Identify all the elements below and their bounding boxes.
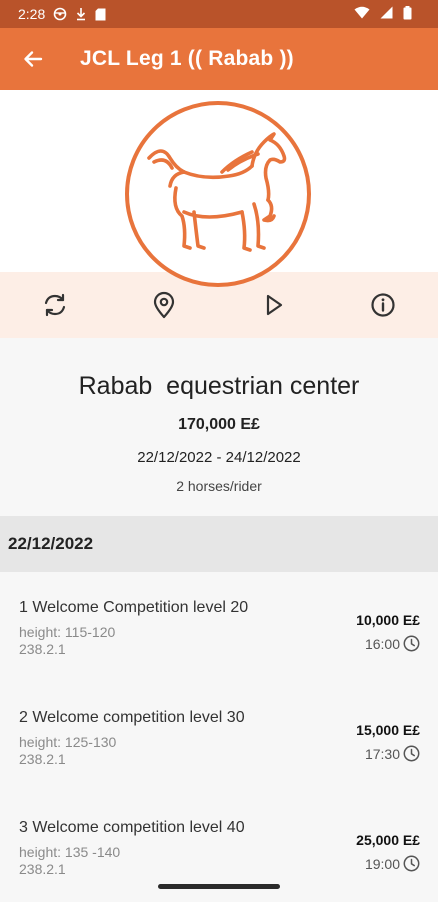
app-bar: JCL Leg 1 (( Rabab )) bbox=[0, 28, 438, 90]
info-button[interactable] bbox=[367, 289, 399, 321]
competition-time-label: 19:00 bbox=[364, 855, 400, 872]
refresh-icon bbox=[44, 293, 66, 317]
competition-code: 238.2.1 bbox=[19, 751, 66, 767]
clock-icon bbox=[403, 745, 420, 762]
competition-code: 238.2.1 bbox=[19, 641, 66, 657]
info-icon bbox=[371, 293, 395, 317]
competition-time: 16:00 bbox=[365, 635, 420, 652]
competition-price: 10,000 E£ bbox=[356, 612, 420, 628]
competition-name: 1 Welcome Competition level 20 bbox=[19, 599, 249, 616]
competition-height: height: 115-120 bbox=[19, 624, 116, 640]
competition-time-label: 16:00 bbox=[364, 635, 400, 652]
competition-name: 3 Welcome competition level 40 bbox=[19, 819, 245, 836]
competition-time: 17:30 bbox=[365, 745, 420, 762]
location-button[interactable] bbox=[148, 289, 180, 321]
competition-list: 1 Welcome Competition level 20 height: 1… bbox=[0, 572, 438, 902]
event-price: 170,000 E£ bbox=[178, 416, 260, 433]
competition-row[interactable]: 2 Welcome competition level 30 height: 1… bbox=[0, 682, 438, 792]
play-button[interactable] bbox=[258, 289, 290, 321]
competition-name: 2 Welcome competition level 30 bbox=[19, 709, 245, 726]
status-bar: 2:28 bbox=[0, 0, 438, 28]
download-icon bbox=[75, 7, 87, 21]
battery-icon bbox=[403, 5, 412, 23]
refresh-button[interactable] bbox=[39, 289, 71, 321]
competition-row[interactable]: 1 Welcome Competition level 20 height: 1… bbox=[0, 572, 438, 682]
clock-icon bbox=[403, 855, 420, 872]
location-pin-icon bbox=[153, 291, 175, 319]
venue-name: Rabab equestrian center bbox=[78, 372, 360, 400]
wifi-icon bbox=[354, 6, 370, 22]
horse-logo bbox=[124, 100, 312, 288]
signal-icon bbox=[380, 6, 393, 22]
competition-height: height: 125-130 bbox=[19, 734, 117, 750]
competition-time-label: 17:30 bbox=[364, 745, 400, 762]
navigation-bar bbox=[0, 874, 438, 900]
play-icon bbox=[266, 294, 283, 316]
day-header: 22/12/2022 bbox=[0, 516, 438, 572]
competition-height: height: 135 -140 bbox=[19, 844, 121, 860]
day-date: 22/12/2022 bbox=[8, 534, 94, 553]
sd-card-icon bbox=[95, 8, 106, 21]
arrow-left-icon bbox=[24, 51, 43, 67]
event-summary: Rabab equestrian center 170,000 E£ 22/12… bbox=[0, 338, 438, 516]
back-button[interactable] bbox=[18, 44, 48, 74]
competition-time: 19:00 bbox=[365, 855, 420, 872]
page-title: JCL Leg 1 (( Rabab )) bbox=[80, 47, 294, 70]
steering-wheel-icon bbox=[53, 7, 67, 21]
home-gesture-handle[interactable] bbox=[158, 884, 280, 889]
clock-icon bbox=[403, 635, 420, 652]
competition-price: 25,000 E£ bbox=[356, 832, 420, 848]
status-time: 2:28 bbox=[18, 6, 46, 22]
competition-price: 15,000 E£ bbox=[356, 722, 420, 738]
horses-per-rider: 2 horses/rider bbox=[176, 478, 262, 494]
event-dates: 22/12/2022 - 24/12/2022 bbox=[137, 449, 301, 466]
